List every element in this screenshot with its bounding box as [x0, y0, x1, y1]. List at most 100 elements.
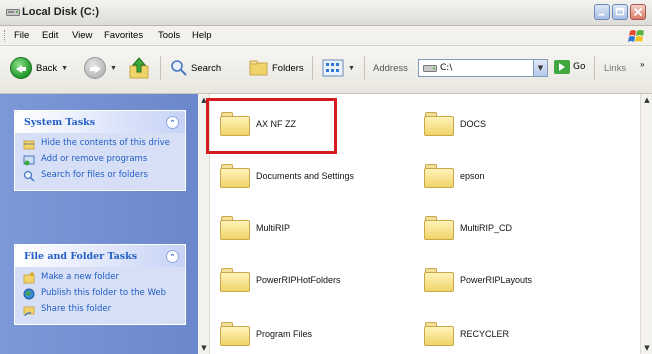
back-arrow-icon: [10, 57, 32, 79]
search-magnifier-icon: [171, 60, 187, 76]
hide-contents-icon: [23, 140, 35, 150]
file-folder-tasks-header[interactable]: File and Folder Tasks ⌃: [15, 245, 185, 267]
up-folder-button[interactable]: [129, 56, 151, 80]
scroll-down-icon[interactable]: ▼: [641, 342, 652, 354]
back-dropdown-icon[interactable]: ▼: [61, 65, 68, 72]
folder-item[interactable]: Program Files: [220, 322, 312, 346]
folder-label: epson: [460, 171, 485, 181]
file-folder-tasks-box: File and Folder Tasks ⌃ Make a new folde…: [14, 244, 186, 325]
toolbar-chevron-icon[interactable]: »: [640, 60, 644, 69]
folder-label: DOCS: [460, 119, 487, 129]
collapse-chevron-icon[interactable]: ⌃: [166, 249, 179, 263]
file-folder-tasks-title: File and Folder Tasks: [24, 250, 138, 262]
links-button[interactable]: Links: [604, 63, 626, 74]
menu-view[interactable]: View: [72, 30, 92, 41]
folder-label: RECYCLER: [460, 329, 510, 339]
address-value: C:\: [440, 63, 453, 73]
folder-item[interactable]: RECYCLER: [424, 322, 509, 346]
folder-item[interactable]: PowerRIPLayouts: [424, 268, 532, 292]
task-publish-web-label: Publish this folder to the Web: [41, 288, 167, 298]
folders-icon: [249, 60, 268, 76]
system-tasks-title: System Tasks: [24, 116, 96, 128]
views-icon: [322, 59, 344, 77]
globe-icon: [23, 288, 35, 300]
forward-arrow-icon: [84, 57, 106, 79]
folders-label: Folders: [272, 62, 304, 74]
folder-icon: [220, 216, 250, 240]
menu-file[interactable]: File: [14, 30, 29, 41]
folder-icon: [220, 322, 250, 346]
task-publish-web[interactable]: Publish this folder to the Web: [23, 288, 177, 300]
go-button[interactable]: Go: [554, 60, 585, 74]
task-add-remove-label: Add or remove programs: [41, 154, 148, 164]
address-field[interactable]: C:\ ▼: [418, 59, 548, 77]
forward-button[interactable]: ▼: [84, 57, 117, 79]
toolbar-separator: [160, 56, 161, 80]
maximize-button[interactable]: [612, 4, 628, 20]
task-new-folder-label: Make a new folder: [41, 272, 119, 282]
menu-favorites[interactable]: Favorites: [104, 30, 143, 41]
task-search-files[interactable]: Search for files or folders: [23, 170, 177, 182]
highlight-annotation: [206, 98, 337, 154]
address-label: Address: [373, 63, 408, 74]
task-new-folder[interactable]: Make a new folder: [23, 272, 177, 284]
views-button[interactable]: ▼: [322, 59, 355, 77]
address-dropdown-icon[interactable]: ▼: [533, 60, 547, 76]
folder-label: PowerRIPLayouts: [460, 275, 533, 285]
folder-label: PowerRIPHotFolders: [256, 275, 341, 285]
folder-label: MultiRIP: [256, 223, 291, 233]
folders-button[interactable]: Folders: [249, 59, 304, 77]
collapse-chevron-icon[interactable]: ⌃: [166, 115, 179, 129]
search-label: Search: [191, 62, 222, 74]
search-icon: [23, 170, 35, 182]
folder-item[interactable]: epson: [424, 164, 485, 188]
search-button[interactable]: Search: [170, 59, 221, 77]
folder-item[interactable]: Documents and Settings: [220, 164, 354, 188]
menu-edit[interactable]: Edit: [42, 30, 58, 41]
toolbar-separator: [594, 56, 595, 80]
menu-bar: File Edit View Favorites Tools Help: [0, 26, 652, 46]
close-button[interactable]: [630, 4, 646, 20]
views-dropdown-icon: ▼: [348, 64, 355, 72]
forward-dropdown-icon[interactable]: ▼: [110, 65, 117, 72]
go-arrow-icon: [554, 60, 570, 74]
system-tasks-box: System Tasks ⌃ Hide the contents of this…: [14, 110, 186, 191]
share-folder-icon: [23, 306, 35, 316]
menu-tools[interactable]: Tools: [158, 30, 180, 41]
task-search-label: Search for files or folders: [41, 170, 148, 180]
task-hide-contents-label: Hide the contents of this drive: [41, 138, 171, 148]
system-tasks-header[interactable]: System Tasks ⌃: [15, 111, 185, 133]
folder-item[interactable]: DOCS: [424, 112, 486, 136]
folder-icon: [424, 322, 454, 346]
folder-label: Documents and Settings: [256, 171, 355, 181]
scroll-up-icon[interactable]: ▲: [641, 94, 652, 106]
menu-grip: [4, 30, 6, 42]
folder-icon: [424, 112, 454, 136]
task-share-folder-label: Share this folder: [41, 304, 112, 314]
minimize-button[interactable]: [594, 4, 610, 20]
toolbar-separator: [364, 56, 365, 80]
back-label: Back: [36, 62, 58, 74]
back-button[interactable]: Back ▼: [10, 57, 68, 79]
task-hide-contents[interactable]: Hide the contents of this drive: [23, 138, 177, 150]
task-share-folder[interactable]: Share this folder: [23, 304, 177, 316]
add-remove-programs-icon: [23, 155, 35, 166]
toolbar: Back ▼ ▼ Search Folders ▼ Address C:\ ▼ …: [0, 46, 652, 94]
windows-logo-icon: [628, 30, 644, 42]
folder-icon: [220, 164, 250, 188]
title-bar: Local Disk (C:): [0, 0, 652, 26]
task-add-remove-programs[interactable]: Add or remove programs: [23, 154, 177, 166]
task-pane: System Tasks ⌃ Hide the contents of this…: [0, 94, 198, 354]
folder-item[interactable]: MultiRIP_CD: [424, 216, 512, 240]
folder-label: MultiRIP_CD: [460, 223, 513, 233]
folder-label: Program Files: [256, 329, 313, 339]
folder-icon: [424, 164, 454, 188]
window-title: Local Disk (C:): [22, 6, 100, 18]
menu-help[interactable]: Help: [192, 30, 212, 41]
folder-item[interactable]: PowerRIPHotFolders: [220, 268, 341, 292]
scroll-down-icon[interactable]: ▼: [198, 342, 210, 354]
folder-item[interactable]: MultiRIP: [220, 216, 290, 240]
file-list-scrollbar[interactable]: ▲ ▼: [640, 94, 652, 354]
new-folder-icon: [23, 272, 35, 284]
drive-icon: [423, 65, 437, 72]
